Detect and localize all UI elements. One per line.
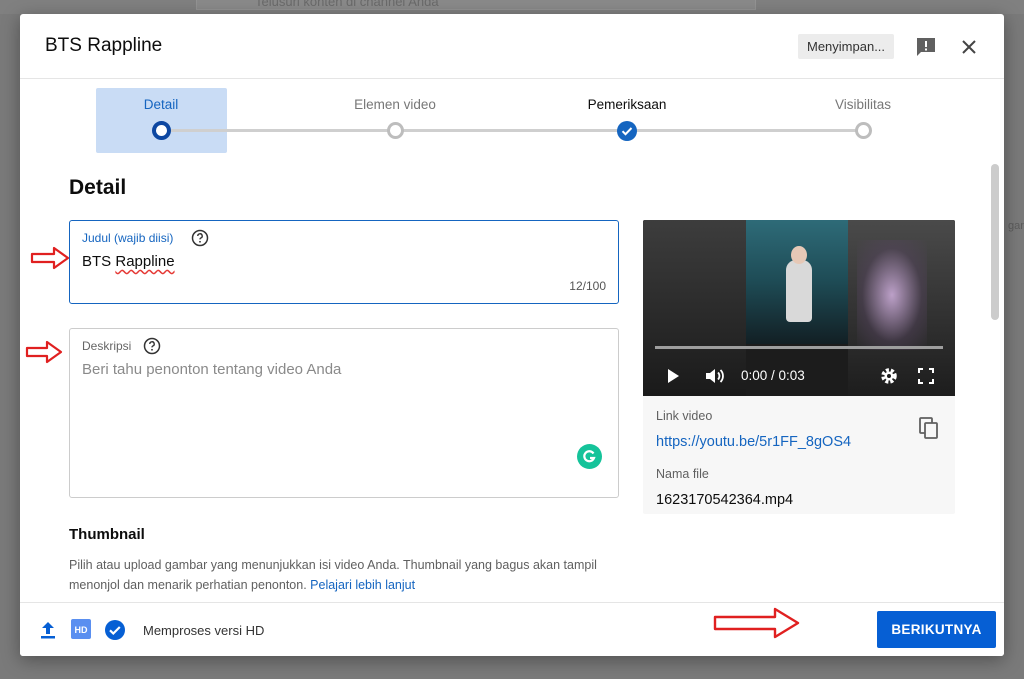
thumbnail-heading: Thumbnail [69,526,145,543]
settings-gear-icon[interactable] [879,366,899,386]
stepper-line [627,129,863,132]
step-dot-done[interactable] [617,121,637,141]
video-link-label: Link video [656,409,713,423]
help-icon[interactable] [143,337,161,355]
report-feedback-icon[interactable] [914,35,938,59]
annotation-arrow-icon [30,246,70,270]
upload-icon [38,620,58,645]
title-field-label: Judul (wajib diisi) [82,231,174,245]
learn-more-link[interactable]: Pelajari lebih lanjut [310,578,415,592]
grammarly-icon[interactable] [577,444,602,469]
description-field[interactable]: Deskripsi Beri tahu penonton tentang vid… [69,328,619,498]
annotation-arrow-icon [713,607,800,639]
description-field-label: Deskripsi [82,339,132,353]
upload-stepper: Detail Elemen video Pemeriksaan Visibili… [20,79,1004,169]
scrollbar-thumb[interactable] [991,164,999,320]
thumbnail-description: Pilih atau upload gambar yang menunjukka… [69,555,609,595]
section-heading-detail: Detail [69,176,127,199]
video-link[interactable]: https://youtu.be/5r1FF_8gOS4 [656,434,851,450]
background-search-placeholder: Telusuri konten di channel Anda [255,0,439,9]
video-controls: 0:00 / 0:03 [643,356,955,396]
filename-value: 1623170542364.mp4 [656,492,794,508]
saving-status-chip: Menyimpan... [798,34,895,59]
video-frame [857,240,927,350]
tab-video-elements[interactable]: Elemen video [315,97,475,112]
step-dot-active[interactable] [151,121,171,140]
next-button[interactable]: BERIKUTNYA [877,611,996,648]
title-word-misspelled: Rappline [115,253,175,270]
title-word: BTS [82,253,112,270]
dialog-footer: HD Memproses versi HD BERIKUTNYA [20,602,1004,656]
upload-details-dialog: BTS Rappline Menyimpan... Detail Elemen … [20,14,1004,656]
video-time: 0:00 / 0:03 [741,368,805,383]
tab-detail[interactable]: Detail [81,97,241,112]
dialog-title: BTS Rappline [45,35,163,56]
video-frame [791,246,807,264]
character-counter: 12/100 [569,279,606,293]
play-icon[interactable] [663,366,683,386]
video-preview-card: 0:00 / 0:03 Link video https://youtu.be/… [643,220,955,514]
help-icon[interactable] [191,229,209,247]
filename-label: Nama file [656,467,709,481]
volume-icon[interactable] [704,366,724,386]
tab-checks[interactable]: Pemeriksaan [547,97,707,112]
step-dot[interactable] [386,122,404,139]
hd-badge-icon: HD [71,619,91,644]
hd-badge-text: HD [75,625,88,635]
copy-icon[interactable] [917,416,941,440]
video-progress-bar[interactable] [655,346,943,349]
tab-visibility[interactable]: Visibilitas [783,97,943,112]
annotation-arrow-icon [25,340,63,364]
description-placeholder: Beri tahu penonton tentang video Anda [82,361,342,378]
fullscreen-icon[interactable] [916,366,936,386]
processing-status: Memproses versi HD [143,623,265,638]
check-circle-icon [104,619,126,646]
title-field[interactable]: Judul (wajib diisi) BTS Rappline 12/100 [69,220,619,304]
video-frame [786,260,812,322]
dialog-header: BTS Rappline Menyimpan... [20,14,1004,79]
title-field-value[interactable]: BTS Rappline [82,253,175,270]
step-dot[interactable] [854,122,872,139]
video-player[interactable]: 0:00 / 0:03 [643,220,955,396]
close-icon[interactable] [957,35,981,59]
background-edge-text: gar [1008,220,1024,232]
